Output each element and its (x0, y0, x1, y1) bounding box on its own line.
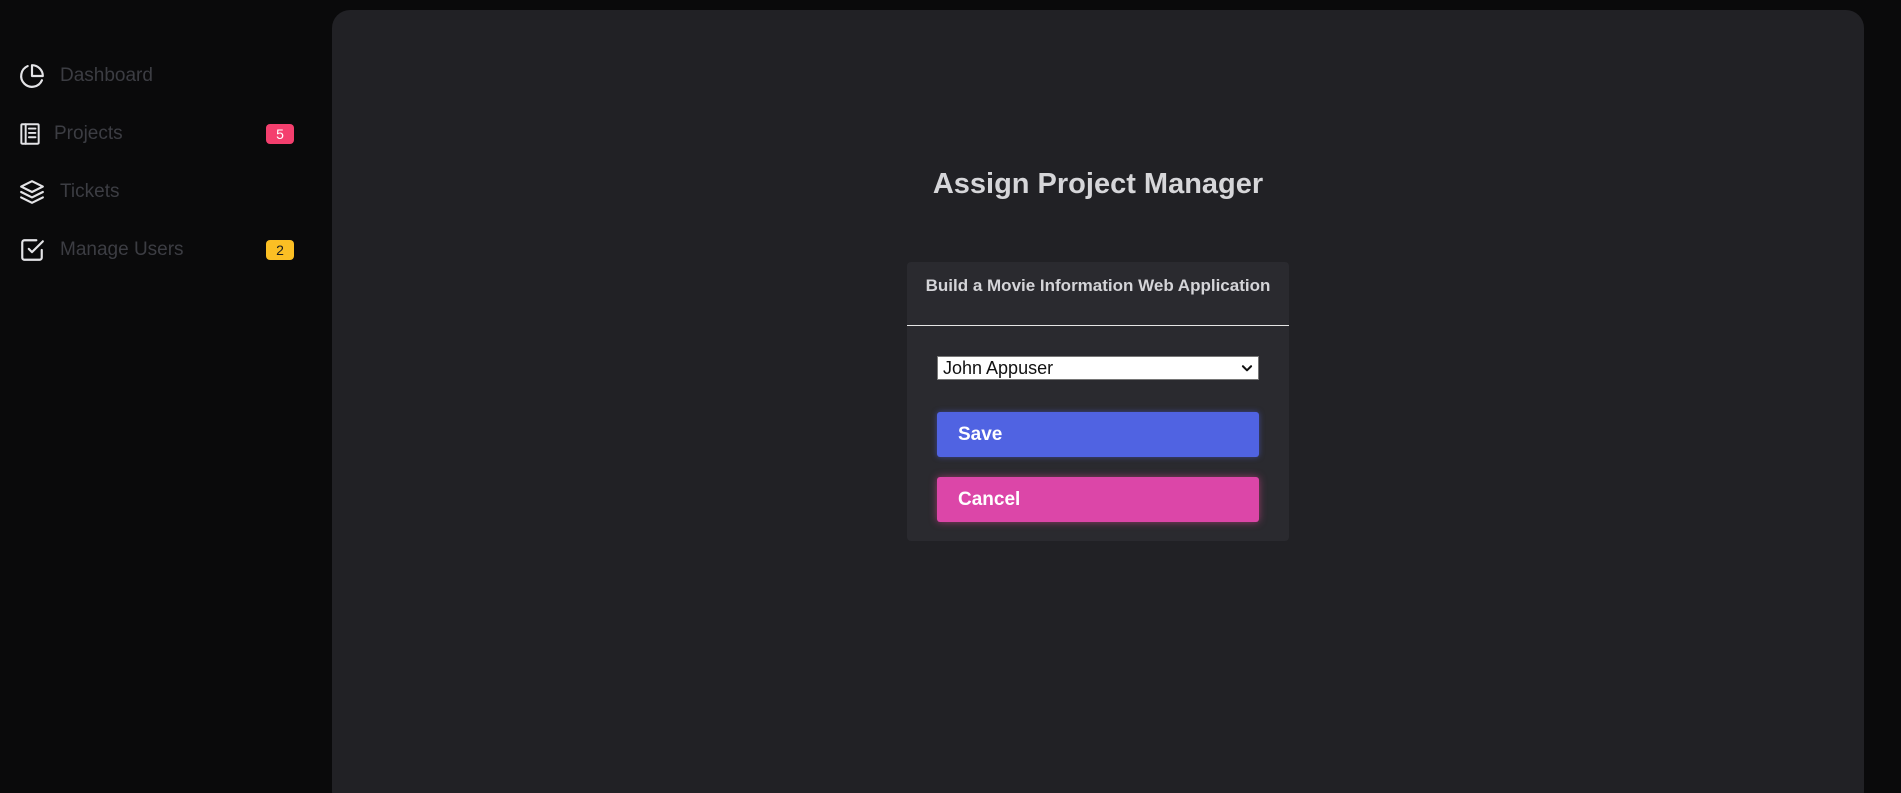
projects-count-badge: 5 (266, 124, 294, 144)
selected-manager-value: John Appuser (943, 358, 1054, 378)
project-manager-select[interactable]: John Appuser (937, 356, 1259, 380)
page-title: Assign Project Manager (932, 168, 1264, 200)
sidebar-item-dashboard[interactable]: Dashboard (0, 56, 332, 96)
pie-chart-icon (19, 63, 45, 89)
sidebar-item-label: Projects (54, 123, 123, 144)
book-icon (17, 121, 43, 147)
manage-users-count-badge: 2 (266, 240, 294, 260)
card-header: Build a Movie Information Web Applicatio… (907, 262, 1289, 326)
chevron-down-icon (1240, 361, 1254, 375)
sidebar-item-projects[interactable]: Projects 5 (0, 114, 332, 154)
sidebar: Dashboard Projects 5 Tickets Manage User… (0, 0, 332, 793)
sidebar-item-tickets[interactable]: Tickets (0, 172, 332, 212)
assign-manager-card: Build a Movie Information Web Applicatio… (907, 262, 1289, 541)
save-button-label: Save (958, 423, 1003, 445)
check-square-icon (19, 237, 45, 263)
sidebar-item-label: Manage Users (60, 239, 184, 260)
sidebar-item-label: Dashboard (60, 65, 153, 86)
cancel-button[interactable]: Cancel (937, 477, 1259, 522)
project-name: Build a Movie Information Web Applicatio… (925, 276, 1271, 295)
sidebar-item-manage-users[interactable]: Manage Users 2 (0, 230, 332, 270)
layers-icon (19, 179, 45, 205)
cancel-button-label: Cancel (958, 488, 1021, 510)
app-root: Dashboard Projects 5 Tickets Manage User… (0, 0, 1901, 793)
main-panel: Assign Project Manager Build a Movie Inf… (332, 10, 1864, 793)
sidebar-item-label: Tickets (60, 181, 120, 202)
save-button[interactable]: Save (937, 412, 1259, 457)
